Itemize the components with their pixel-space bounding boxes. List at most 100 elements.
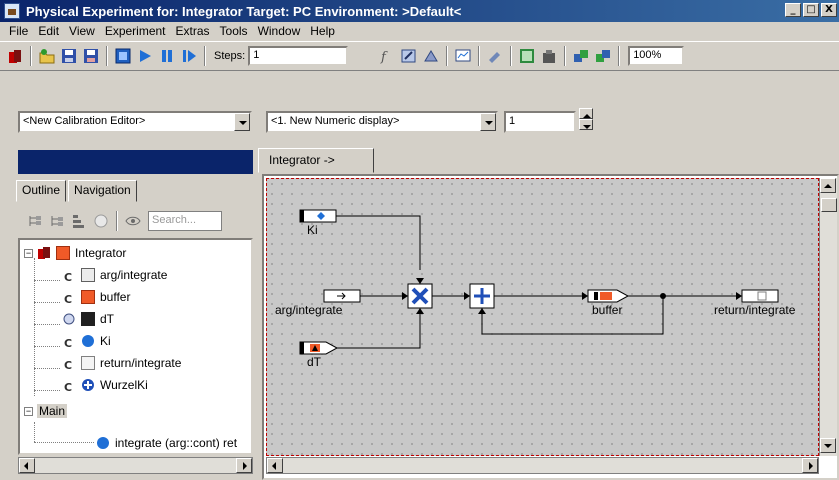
- toolbar-separator: [446, 46, 449, 66]
- visibility-icon[interactable]: [124, 212, 142, 230]
- chevron-down-icon[interactable]: [234, 113, 250, 131]
- outline-search-input[interactable]: Search...: [148, 211, 222, 231]
- outline-horizontal-scrollbar[interactable]: [18, 457, 253, 474]
- svg-text:C: C: [64, 337, 72, 348]
- display-icon[interactable]: [454, 47, 472, 65]
- menu-help[interactable]: Help: [305, 24, 340, 38]
- open-icon[interactable]: [38, 47, 56, 65]
- scroll-right-icon[interactable]: [236, 458, 252, 473]
- arg-integrate-label: arg/integrate: [275, 303, 343, 317]
- dt-label: dT: [307, 355, 322, 369]
- add-block[interactable]: [469, 283, 495, 309]
- tree-item-integrator[interactable]: − Integrator: [24, 242, 126, 264]
- collapse-tree-icon[interactable]: [48, 212, 66, 230]
- tab-outline[interactable]: Outline: [16, 180, 67, 202]
- scroll-left-icon[interactable]: [19, 458, 35, 473]
- maximize-button[interactable]: □: [803, 3, 819, 17]
- diagram-horizontal-scrollbar[interactable]: [266, 457, 819, 474]
- tool-icon[interactable]: [486, 47, 504, 65]
- svg-text:C: C: [64, 271, 72, 282]
- save-as-icon[interactable]: [82, 47, 100, 65]
- toolbar-separator: [106, 46, 108, 66]
- menu-file[interactable]: File: [4, 24, 33, 38]
- numeric-display-value: <1. New Numeric display>: [271, 115, 400, 127]
- tree-item-integrate-method[interactable]: integrate (arg::cont) ret: [96, 432, 237, 453]
- ki-label: Ki: [307, 223, 318, 237]
- close-button[interactable]: X: [821, 3, 837, 17]
- return-integrate-block[interactable]: [741, 289, 779, 303]
- download-icon[interactable]: [572, 47, 590, 65]
- app-icon: [4, 3, 20, 19]
- menu-view[interactable]: View: [64, 24, 100, 38]
- menu-window[interactable]: Window: [253, 24, 306, 38]
- menu-extras[interactable]: Extras: [171, 24, 215, 38]
- toolbar-separator: [618, 46, 621, 66]
- formula-icon[interactable]: f: [378, 47, 396, 65]
- tree-item-main[interactable]: − Main: [24, 400, 68, 422]
- tree-item-return-integrate[interactable]: C return/integrate: [62, 352, 181, 374]
- edit-icon[interactable]: [400, 47, 418, 65]
- tree-item-buffer[interactable]: C buffer: [62, 286, 130, 308]
- window-title: Physical Experiment for: Integrator Targ…: [26, 3, 462, 19]
- layout-icon[interactable]: [518, 47, 536, 65]
- scroll-right-icon[interactable]: [802, 458, 818, 473]
- stop-icon[interactable]: [114, 47, 132, 65]
- dt-block[interactable]: [299, 341, 339, 355]
- arg-integrate-block[interactable]: [323, 289, 361, 303]
- tree-item-dt[interactable]: dT: [62, 308, 114, 330]
- spin-up-icon[interactable]: [579, 108, 593, 119]
- menu-tools[interactable]: Tools: [215, 24, 253, 38]
- menu-edit[interactable]: Edit: [33, 24, 64, 38]
- tab-integrator-diagram[interactable]: Integrator ->: [258, 148, 374, 173]
- diagram-vertical-scrollbar[interactable]: [819, 178, 837, 456]
- value-input[interactable]: 1: [504, 111, 576, 133]
- toolbar-separator: [564, 46, 567, 66]
- tree-item-ki[interactable]: C Ki: [62, 330, 111, 352]
- expand-tree-icon[interactable]: [26, 212, 44, 230]
- pause-icon[interactable]: [158, 47, 176, 65]
- step-icon[interactable]: [180, 47, 198, 65]
- measure-icon[interactable]: [422, 47, 440, 65]
- ki-block[interactable]: [299, 209, 337, 223]
- tree-item-wurzelki[interactable]: C WurzelKi: [62, 374, 148, 396]
- buffer-icon: [81, 290, 95, 304]
- clock-icon: [62, 312, 76, 326]
- chevron-down-icon[interactable]: [480, 113, 496, 131]
- tree-item-label: arg/integrate: [100, 268, 168, 282]
- multiply-block[interactable]: [407, 283, 433, 309]
- class-c-icon: C: [62, 334, 76, 350]
- minimize-button[interactable]: _: [785, 3, 801, 17]
- svg-text:f: f: [380, 50, 388, 64]
- filter-icon[interactable]: [92, 212, 110, 230]
- library-icon[interactable]: [540, 47, 558, 65]
- vertical-scroll-thumb[interactable]: [821, 198, 837, 212]
- buffer-block[interactable]: [587, 289, 630, 303]
- value-spinner[interactable]: [579, 108, 593, 130]
- save-icon[interactable]: [60, 47, 78, 65]
- exit-icon[interactable]: [6, 47, 24, 65]
- tree-item-arg-integrate[interactable]: C arg/integrate: [62, 264, 167, 286]
- zoom-field[interactable]: 100%: [628, 46, 685, 66]
- svg-text:C: C: [64, 293, 72, 304]
- block-diagram-canvas[interactable]: Ki arg/integrate dT buffer return/integr…: [266, 178, 819, 456]
- tab-navigation[interactable]: Navigation: [68, 180, 137, 202]
- sort-icon[interactable]: [70, 212, 88, 230]
- collapse-icon[interactable]: −: [24, 248, 33, 258]
- menu-experiment[interactable]: Experiment: [100, 24, 171, 38]
- numeric-display-select[interactable]: <1. New Numeric display>: [266, 111, 498, 133]
- spin-down-icon[interactable]: [579, 119, 593, 130]
- play-icon[interactable]: [136, 47, 154, 65]
- scroll-down-icon[interactable]: [820, 438, 836, 453]
- method-icon: [96, 436, 110, 450]
- outline-toolbar: Search...: [18, 208, 253, 234]
- steps-input[interactable]: 1: [248, 46, 349, 66]
- class-c-icon: C: [62, 268, 76, 284]
- tree-item-label: Ki: [100, 334, 111, 348]
- scroll-up-icon[interactable]: [820, 178, 836, 193]
- tree-item-label: Integrator: [75, 246, 127, 260]
- return-integrate-label: return/integrate: [714, 303, 796, 317]
- scroll-left-icon[interactable]: [267, 458, 283, 473]
- calibration-editor-select[interactable]: <New Calibration Editor>: [18, 111, 252, 133]
- collapse-icon[interactable]: −: [24, 406, 33, 416]
- upload-icon[interactable]: [594, 47, 612, 65]
